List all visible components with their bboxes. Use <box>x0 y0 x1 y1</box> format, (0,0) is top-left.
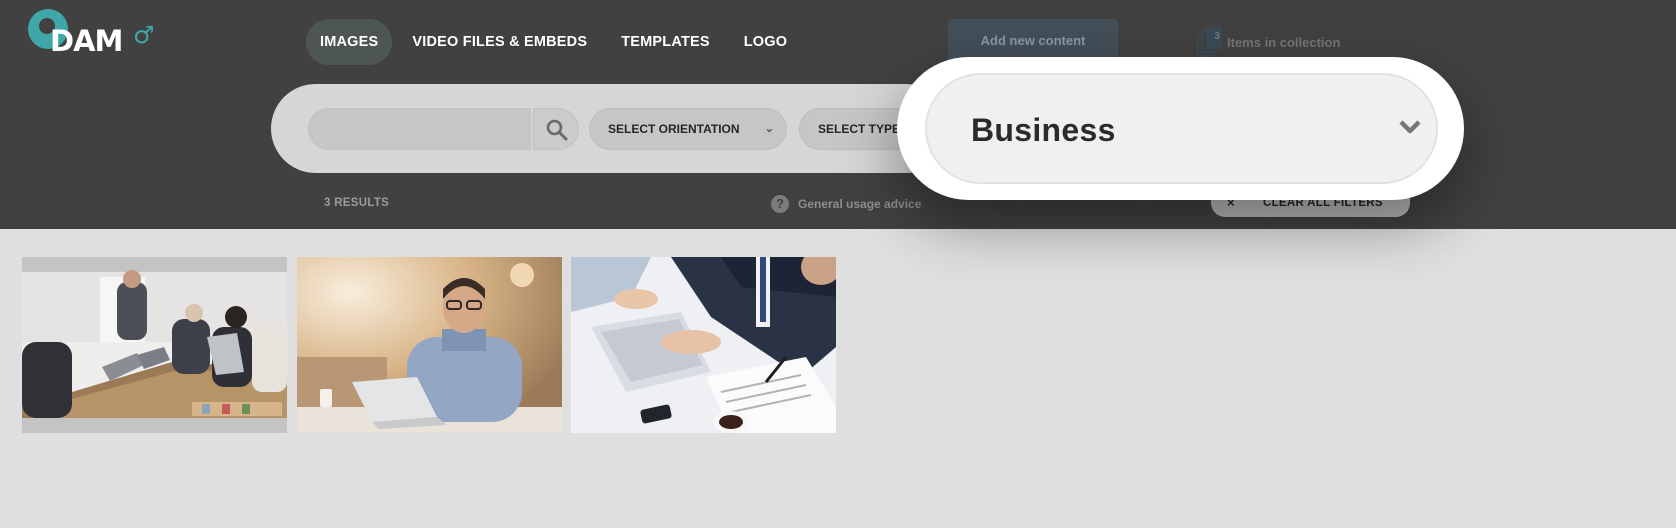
image-thumbnail-overhead-laptop[interactable] <box>571 257 836 433</box>
overhead-laptop-photo <box>571 257 836 433</box>
type-select-label: SELECT TYPE <box>818 122 901 136</box>
logo-glyph: ♂ <box>133 21 155 49</box>
search-input[interactable] <box>308 108 531 150</box>
search-icon <box>546 119 568 141</box>
image-thumbnail-meeting[interactable] <box>22 257 287 433</box>
nav-tab-images[interactable]: IMAGES <box>306 19 393 65</box>
app-logo[interactable]: DAM ♂ <box>26 6 166 62</box>
collection-count: 3 <box>1214 31 1220 42</box>
collection-link[interactable]: 3 Items in collection <box>1197 27 1340 57</box>
results-count: 3 RESULTS <box>324 197 390 209</box>
question-circle-icon: ? <box>771 195 789 213</box>
nav-tab-video-files[interactable]: VIDEO FILES & EMBEDS <box>398 19 601 65</box>
usage-advice-link[interactable]: ? General usage advice <box>771 195 921 213</box>
nav-tab-templates[interactable]: TEMPLATES <box>607 19 724 65</box>
collection-label: Items in collection <box>1227 34 1341 50</box>
laptop-man-photo <box>297 257 562 433</box>
category-select-value: Business <box>971 112 1116 148</box>
category-select-zoom: Business <box>897 57 1464 200</box>
usage-advice-label: General usage advice <box>798 197 922 211</box>
meeting-photo <box>22 257 287 433</box>
nav-tab-logo[interactable]: LOGO <box>730 19 802 65</box>
chevron-down-icon: ⌄ <box>764 123 774 135</box>
logo-wordmark: DAM <box>50 24 123 58</box>
category-select[interactable]: Business <box>925 73 1438 184</box>
orientation-select-label: SELECT ORIENTATION <box>608 122 740 136</box>
search-button[interactable] <box>533 108 579 150</box>
documents-stack-icon: 3 <box>1197 27 1223 57</box>
main-nav: IMAGES VIDEO FILES & EMBEDS TEMPLATES LO… <box>306 19 807 65</box>
image-thumbnail-laptop-man[interactable] <box>297 257 562 433</box>
chevron-down-icon <box>1399 120 1421 134</box>
filter-bar: SELECT ORIENTATION ⌄ SELECT TYPE <box>271 84 951 173</box>
orientation-select[interactable]: SELECT ORIENTATION ⌄ <box>589 108 787 150</box>
